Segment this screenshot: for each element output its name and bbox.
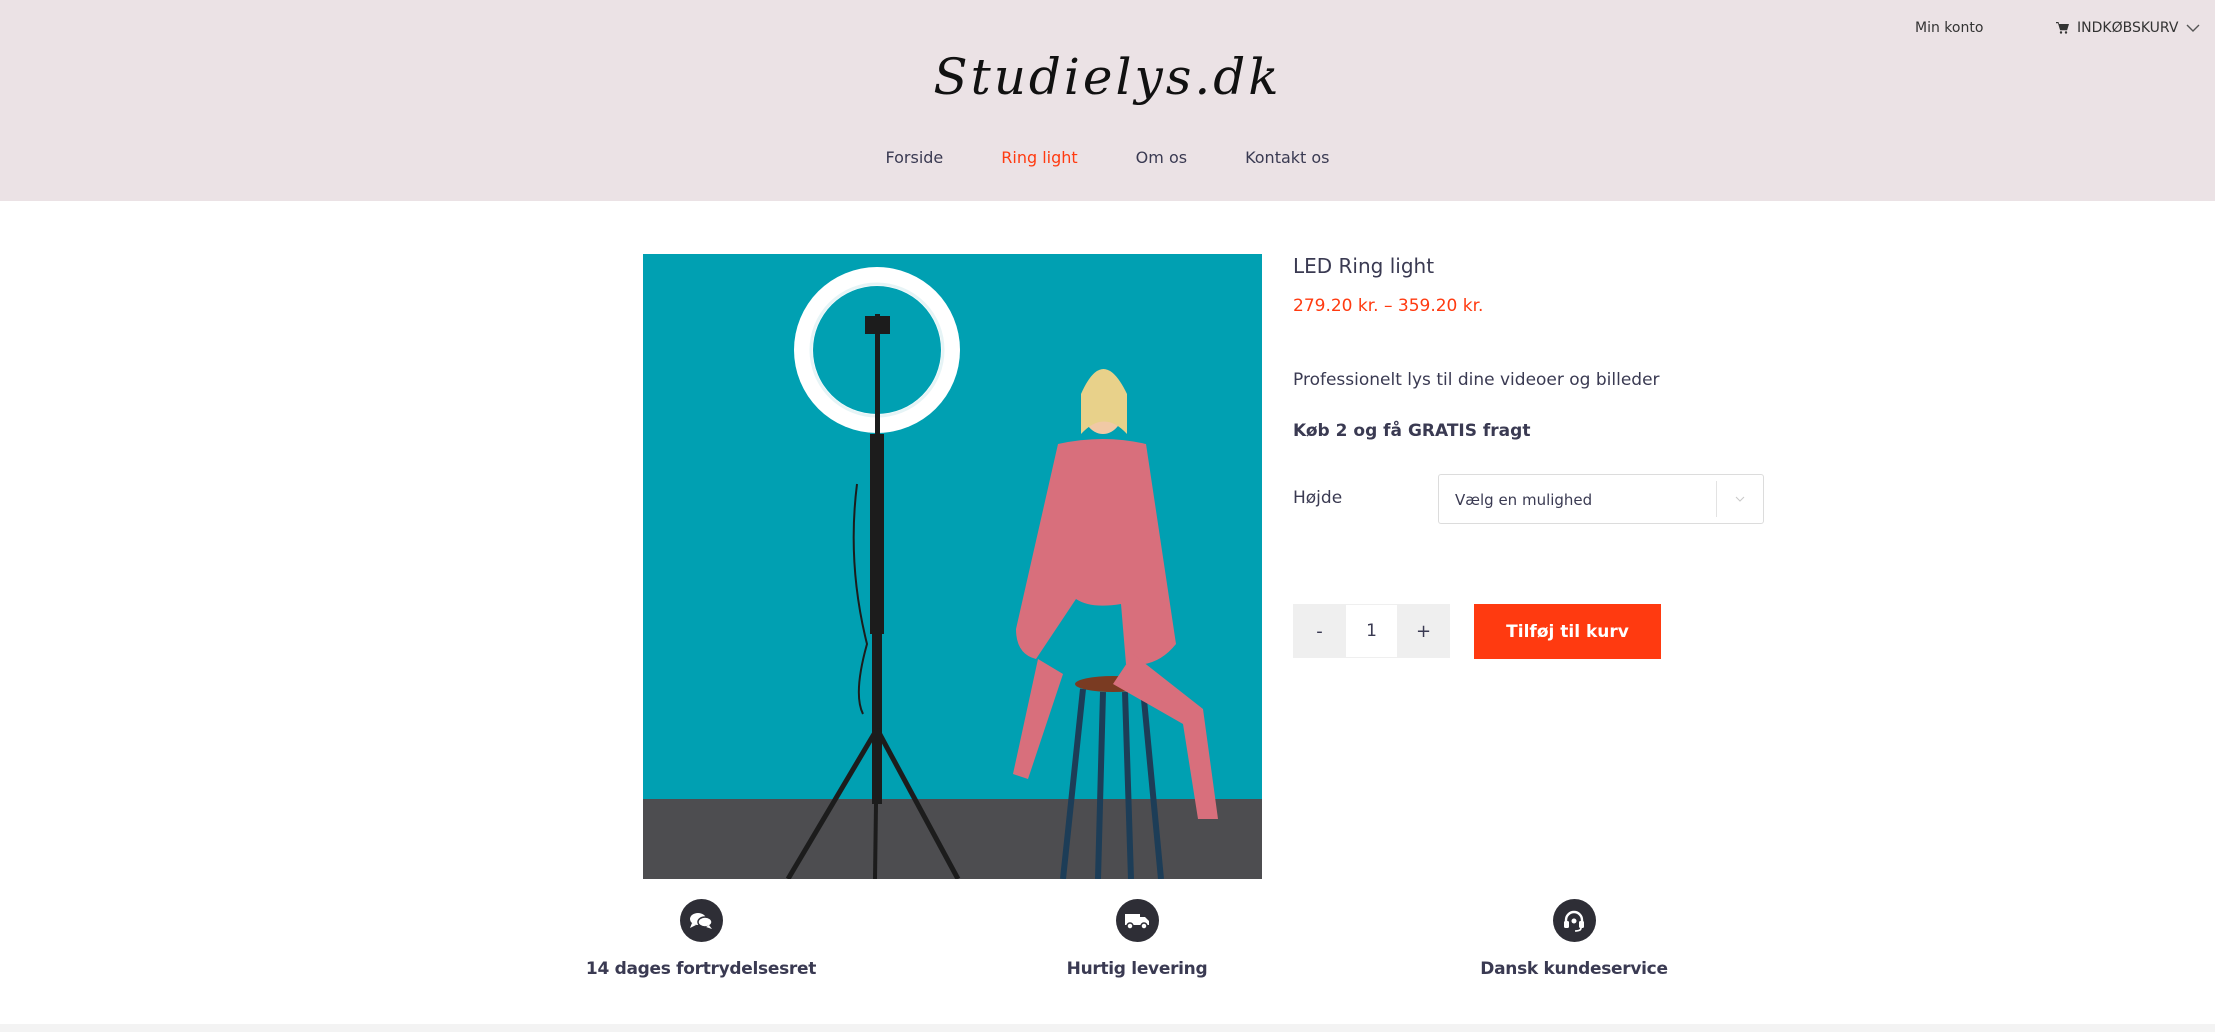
product-description: Professionelt lys til dine videoer og bi… [1293,370,1660,390]
quantity-stepper: - 1 + [1293,604,1450,658]
product-price: 279.20 kr. – 359.20 kr. [1293,296,1484,316]
nav-item-forside[interactable]: Forside [856,148,972,167]
delivery-truck-icon [1115,899,1159,942]
select-value: Vælg en mulighed [1455,491,1593,509]
logo-text: Studielys.dk [933,48,1282,106]
feature-customer-service: Dansk kundeservice [1424,899,1724,979]
cart-link[interactable]: INDKØBSKURV [2056,20,2200,36]
nav-item-om-os[interactable]: Om os [1107,148,1216,167]
quantity-decrease-button[interactable]: - [1293,604,1346,658]
nav-item-kontakt-os[interactable]: Kontakt os [1216,148,1358,167]
product-title: LED Ring light [1293,254,1435,278]
feature-fast-delivery: Hurtig levering [987,899,1287,979]
cart-icon [2056,22,2069,34]
quantity-input[interactable]: 1 [1346,604,1397,658]
quantity-increase-button[interactable]: + [1397,604,1450,658]
main-nav: Forside Ring light Om os Kontakt os [0,148,2215,167]
feature-label: 14 dages fortrydelsesret [585,959,817,979]
cart-label: INDKØBSKURV [2077,20,2179,36]
variant-label: Højde [1293,488,1343,508]
feature-return-policy: 14 dages fortrydelsesret [551,899,851,979]
promo-text: Køb 2 og få GRATIS fragt [1293,421,1531,441]
feature-label: Dansk kundeservice [1480,959,1668,979]
add-to-cart-button[interactable]: Tilføj til kurv [1474,604,1661,659]
chevron-down-icon [2186,24,2200,32]
height-select[interactable]: Vælg en mulighed [1438,474,1764,524]
nav-item-ring-light[interactable]: Ring light [972,148,1106,167]
chat-bubbles-icon [679,899,723,942]
chevron-down-icon [1716,481,1763,517]
footer-divider [0,1024,2215,1032]
headset-icon [1552,899,1596,942]
product-photo [643,254,1262,879]
my-account-link[interactable]: Min konto [1915,20,1983,36]
product-image[interactable] [643,254,1262,879]
feature-label: Hurtig levering [1066,959,1208,979]
site-header: Min konto INDKØBSKURV Studielys.dk Forsi… [0,0,2215,201]
site-logo[interactable]: Studielys.dk [0,48,2215,106]
